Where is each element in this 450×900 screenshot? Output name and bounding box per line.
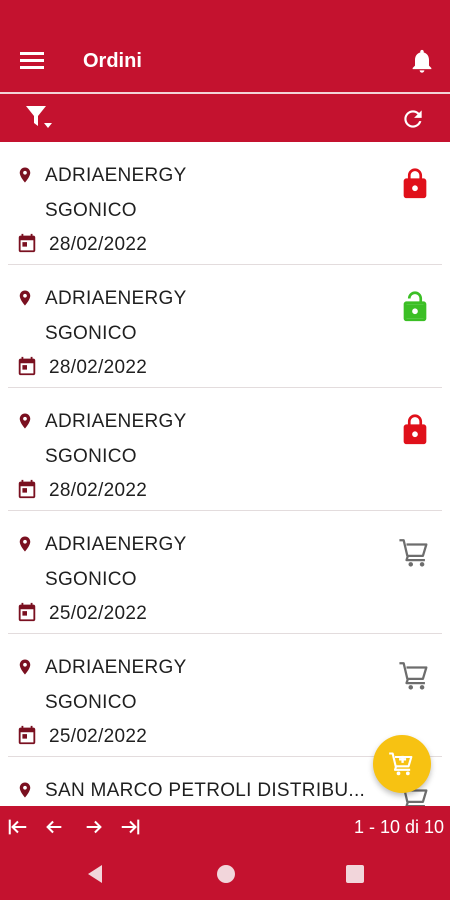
location-pin-icon (19, 413, 31, 429)
order-item[interactable]: ADRIAENERGY SGONICO 28/02/2022 (0, 265, 450, 388)
lock-icon[interactable] (398, 412, 432, 448)
order-location: SGONICO (45, 323, 137, 344)
order-item[interactable]: ADRIAENERGY SGONICO 25/02/2022 (0, 511, 450, 634)
cart-icon[interactable] (398, 535, 432, 571)
order-date: 28/02/2022 (49, 480, 148, 501)
order-customer: ADRIAENERGY (45, 657, 187, 678)
order-date: 28/02/2022 (49, 234, 148, 255)
add-cart-icon (389, 752, 413, 776)
pagination-bar: 1 - 10 di 10 (0, 806, 450, 848)
order-location: SGONICO (45, 446, 137, 467)
location-pin-icon (19, 167, 31, 183)
order-customer: ADRIAENERGY (45, 411, 187, 432)
page-range-text: 1 - 10 di 10 (353, 817, 444, 837)
calendar-icon (18, 725, 36, 745)
calendar-icon (18, 356, 36, 376)
orders-list: ADRIAENERGY SGONICO 28/02/2022 ADRIAENER… (0, 142, 450, 806)
location-pin-icon (19, 290, 31, 306)
location-pin-icon (19, 536, 31, 552)
home-icon[interactable] (216, 864, 236, 884)
order-customer: ADRIAENERGY (45, 288, 187, 309)
app-bar: Ordini (0, 0, 450, 92)
order-location: SGONICO (45, 569, 137, 590)
location-pin-icon (19, 782, 31, 798)
unlock-icon[interactable] (398, 289, 432, 325)
order-date: 28/02/2022 (49, 357, 148, 378)
page-title: Ordini (83, 50, 142, 72)
lock-icon[interactable] (398, 166, 432, 202)
calendar-icon (18, 479, 36, 499)
order-item[interactable]: ADRIAENERGY SGONICO 25/02/2022 (0, 634, 450, 757)
calendar-icon (18, 602, 36, 622)
order-customer: SAN MARCO PETROLI DISTRIBU... (45, 780, 366, 801)
order-date: 25/02/2022 (49, 603, 148, 624)
last-page-icon[interactable] (118, 816, 142, 838)
recent-apps-icon[interactable] (345, 864, 365, 884)
next-page-icon[interactable] (82, 816, 106, 838)
add-to-cart-fab[interactable] (373, 735, 431, 793)
order-date: 25/02/2022 (49, 726, 148, 747)
refresh-icon[interactable] (400, 106, 426, 132)
filter-toolbar (0, 94, 450, 142)
order-location: SGONICO (45, 692, 137, 713)
bell-icon[interactable] (408, 47, 436, 75)
filter-icon[interactable] (24, 104, 54, 132)
order-customer: ADRIAENERGY (45, 165, 187, 186)
calendar-icon (18, 233, 36, 253)
order-location: SGONICO (45, 200, 137, 221)
cart-icon[interactable] (398, 658, 432, 694)
previous-page-icon[interactable] (42, 816, 66, 838)
back-icon[interactable] (86, 864, 104, 884)
order-item[interactable]: ADRIAENERGY SGONICO 28/02/2022 (0, 388, 450, 511)
order-item[interactable]: ADRIAENERGY SGONICO 28/02/2022 (0, 142, 450, 265)
first-page-icon[interactable] (6, 816, 30, 838)
location-pin-icon (19, 659, 31, 675)
order-customer: ADRIAENERGY (45, 534, 187, 555)
system-nav-bar (0, 848, 450, 900)
menu-icon[interactable] (20, 50, 46, 70)
